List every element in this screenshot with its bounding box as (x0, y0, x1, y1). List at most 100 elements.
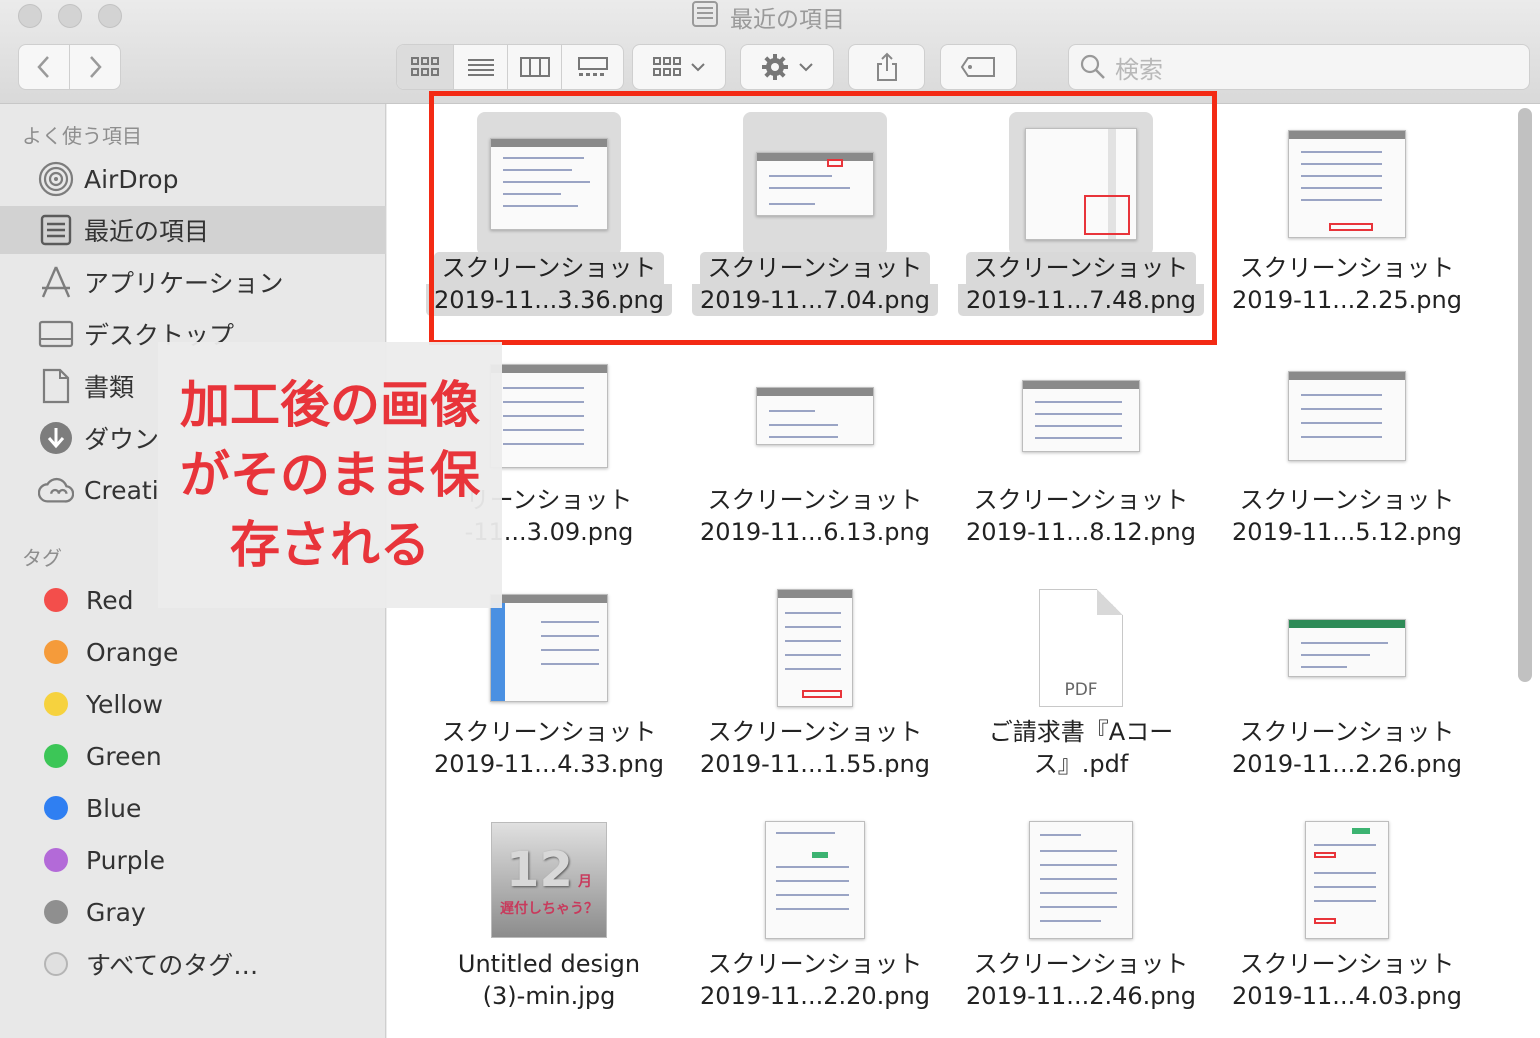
minimize-window-button[interactable] (58, 4, 82, 28)
thumb-line (1300, 666, 1347, 668)
thumb-line (502, 443, 584, 445)
file-name-line1: Untitled design (457, 950, 641, 978)
file-thumbnail-frame (1009, 808, 1153, 952)
file-name-line2: (3)-min.jpg (482, 982, 616, 1010)
thumb-highlight (1314, 918, 1336, 924)
image-thumbnail: 12 月 遅付しちゃう？ (491, 822, 607, 938)
thumb-line (1314, 872, 1376, 874)
file-thumbnail-frame (1009, 344, 1153, 488)
zoom-window-button[interactable] (98, 4, 122, 28)
tag-icon (960, 57, 995, 77)
file-thumbnail-frame (743, 576, 887, 720)
thumb-line (775, 894, 850, 896)
group-by-button[interactable] (632, 44, 726, 90)
file-name-line1: スクリーンショット (973, 950, 1189, 978)
file-item[interactable]: 12 月 遅付しちゃう？ Untitled design (3)-min.jpg (416, 800, 682, 1032)
tags-button[interactable] (940, 44, 1017, 90)
screenshot-thumbnail (1288, 619, 1406, 677)
thumb-line (541, 649, 599, 651)
file-name: スクリーンショット 2019-11...1.55.png (682, 716, 948, 780)
thumb-line (541, 621, 599, 623)
sidebar-tag-orange[interactable]: Orange (0, 628, 386, 676)
thumb-line (785, 640, 841, 642)
file-item[interactable]: スクリーンショット 2019-11...8.12.png (948, 336, 1214, 568)
sidebar-item-label: Yellow (86, 689, 163, 719)
action-menu-button[interactable] (740, 44, 834, 90)
sidebar-tag-green[interactable]: Green (0, 732, 386, 780)
chevron-right-icon (89, 56, 102, 78)
gallery-view-button[interactable] (562, 45, 623, 89)
thumb-line (775, 908, 850, 910)
forward-button[interactable] (70, 45, 121, 89)
sidebar-item-label: Creati (84, 475, 159, 505)
file-thumbnail-frame (1275, 808, 1419, 952)
thumb-line (785, 654, 841, 656)
sidebar-item-airdrop[interactable]: AirDrop (0, 155, 386, 203)
sidebar-item-label: Blue (86, 793, 142, 823)
thumb-highlight (1314, 852, 1336, 858)
thumb-line (1300, 163, 1382, 165)
thumb-button (812, 852, 828, 858)
sidebar-tag-yellow[interactable]: Yellow (0, 680, 386, 728)
creative-cloud-icon (38, 472, 74, 508)
view-mode-control (396, 44, 624, 90)
sidebar-item-label: Red (86, 585, 134, 615)
thumb-line (785, 668, 841, 670)
vertical-scrollbar[interactable] (1518, 108, 1532, 682)
sidebar-tag-purple[interactable]: Purple (0, 836, 386, 884)
file-name-line2: 2019-11...2.26.png (1232, 750, 1462, 778)
back-button[interactable] (19, 45, 70, 89)
sidebar-tag-gray[interactable]: Gray (0, 888, 386, 936)
file-name-line2: 2019-11...2.20.png (700, 982, 930, 1010)
thumb-line (541, 635, 599, 637)
thumb-line (1300, 408, 1382, 410)
sidebar-item-label: 書類 (84, 373, 135, 402)
file-name: スクリーンショット 2019-11...2.46.png (948, 948, 1214, 1012)
icon-view-button[interactable] (397, 45, 454, 89)
column-view-button[interactable] (508, 45, 562, 89)
close-window-button[interactable] (18, 4, 42, 28)
file-item[interactable]: スクリーンショット 2019-11...2.20.png (682, 800, 948, 1032)
file-item[interactable]: スクリーンショット 2019-11...2.46.png (948, 800, 1214, 1032)
file-name-line1: スクリーンショット (441, 718, 657, 746)
file-item[interactable]: スクリーンショット 2019-11...5.12.png (1214, 336, 1480, 568)
search-icon (1080, 54, 1105, 79)
screenshot-thumbnail (1288, 371, 1406, 461)
tag-color-dot (44, 848, 68, 872)
file-item[interactable]: スクリーンショット 2019-11...2.25.png (1214, 104, 1480, 336)
file-thumbnail-frame (1275, 112, 1419, 256)
tag-color-dot (44, 640, 68, 664)
tag-color-dot (44, 744, 68, 768)
file-item[interactable]: スクリーンショット 2019-11...1.55.png (682, 568, 948, 800)
screenshot-thumbnail (1288, 130, 1406, 238)
file-thumbnail-frame (743, 344, 887, 488)
thumb-caption: 遅付しちゃう？ (500, 901, 598, 917)
search-field[interactable]: 検索 (1068, 44, 1530, 90)
thumb-line (1300, 642, 1388, 644)
sidebar-item-applications[interactable]: アプリケーション (0, 258, 386, 306)
thumb-line (1314, 886, 1376, 888)
file-thumbnail-frame (1275, 576, 1419, 720)
thumb-desktop-strip (491, 603, 505, 701)
thumb-line (1300, 187, 1382, 189)
chevron-down-icon (691, 63, 705, 72)
sidebar-all-tags[interactable]: すべてのタグ… (0, 940, 386, 988)
share-button[interactable] (848, 44, 925, 90)
sidebar-item-recents[interactable]: 最近の項目 (0, 206, 386, 254)
sidebar-item-label: ダウン (84, 425, 160, 454)
file-name-line1: スクリーンショット (1239, 486, 1455, 514)
window-toolbar: 最近の項目 検索 (0, 0, 1540, 104)
search-placeholder: 検索 (1115, 55, 1163, 84)
file-item[interactable]: スクリーンショット 2019-11...4.03.png (1214, 800, 1480, 1032)
screenshot-thumbnail (1029, 821, 1133, 939)
file-name-line2: ス』.pdf (1033, 750, 1129, 778)
thumb-toolbar (1023, 381, 1139, 389)
file-item[interactable]: PDF ご請求書『Aコー ス』.pdf (948, 568, 1214, 800)
file-item[interactable]: スクリーンショット 2019-11...2.26.png (1214, 568, 1480, 800)
file-item[interactable]: スクリーンショット 2019-11...6.13.png (682, 336, 948, 568)
thumb-toolbar (491, 595, 607, 603)
list-view-button[interactable] (454, 45, 508, 89)
thumb-line (541, 663, 599, 665)
nav-buttons (18, 44, 121, 90)
sidebar-tag-blue[interactable]: Blue (0, 784, 386, 832)
